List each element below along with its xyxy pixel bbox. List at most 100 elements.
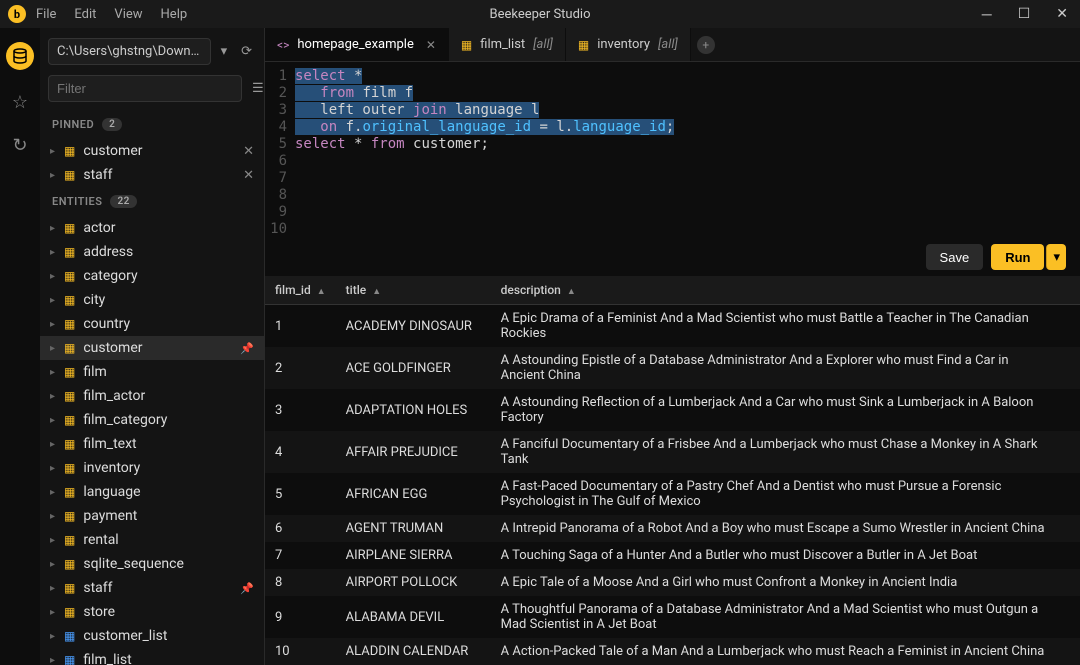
expand-icon[interactable]: ▸ xyxy=(50,535,64,546)
expand-icon[interactable]: ▸ xyxy=(50,487,64,498)
expand-icon[interactable]: ▸ xyxy=(50,295,64,306)
entities-header: ENTITIES 22 xyxy=(40,187,264,216)
entity-item-actor[interactable]: ▸▦actor xyxy=(40,216,264,240)
run-button[interactable]: Run xyxy=(991,244,1044,270)
expand-icon[interactable]: ▸ xyxy=(50,247,64,258)
table-icon: ▦ xyxy=(64,317,75,331)
save-button[interactable]: Save xyxy=(926,244,984,270)
expand-icon[interactable]: ▸ xyxy=(50,511,64,522)
menu-help[interactable]: Help xyxy=(161,7,188,22)
unpin-icon[interactable]: ✕ xyxy=(243,144,254,159)
expand-icon[interactable]: ▸ xyxy=(50,170,64,181)
run-dropdown[interactable]: ▾ xyxy=(1046,244,1066,270)
entity-item-film_actor[interactable]: ▸▦film_actor xyxy=(40,384,264,408)
filter-input[interactable] xyxy=(48,75,242,102)
entity-item-film_category[interactable]: ▸▦film_category xyxy=(40,408,264,432)
connection-path[interactable]: C:\Users\ghstng\Downloads xyxy=(48,38,211,65)
tab-film_list[interactable]: ▦film_list[all] xyxy=(449,28,566,61)
table-icon: ▦ xyxy=(64,168,75,182)
expand-icon[interactable]: ▸ xyxy=(50,391,64,402)
entity-item-city[interactable]: ▸▦city xyxy=(40,288,264,312)
pinned-header: PINNED 2 xyxy=(40,110,264,139)
menu-edit[interactable]: Edit xyxy=(74,7,96,22)
pin-icon[interactable]: 📌 xyxy=(240,342,254,355)
column-film_id[interactable]: film_id▲ xyxy=(265,276,336,305)
results-grid[interactable]: film_id▲title▲description▲ 1ACADEMY DINO… xyxy=(265,276,1080,665)
column-description[interactable]: description▲ xyxy=(491,276,1060,305)
entity-item-film_text[interactable]: ▸▦film_text xyxy=(40,432,264,456)
activity-bar: ☆ ↻ xyxy=(0,28,40,665)
table-icon: ▦ xyxy=(64,389,75,403)
entity-item-payment[interactable]: ▸▦payment xyxy=(40,504,264,528)
table-row[interactable]: 1ACADEMY DINOSAURA Epic Drama of a Femin… xyxy=(265,305,1080,348)
table-row[interactable]: 3ADAPTATION HOLESA Astounding Reflection… xyxy=(265,389,1080,431)
expand-icon[interactable]: ▸ xyxy=(50,223,64,234)
table-row[interactable]: 7AIRPLANE SIERRAA Touching Saga of a Hun… xyxy=(265,542,1080,569)
expand-icon[interactable]: ▸ xyxy=(50,607,64,618)
entity-item-address[interactable]: ▸▦address xyxy=(40,240,264,264)
expand-icon[interactable]: ▸ xyxy=(50,319,64,330)
menu-file[interactable]: File xyxy=(36,7,56,22)
unpin-icon[interactable]: ✕ xyxy=(243,168,254,183)
entity-item-film_list[interactable]: ▸▦film_list xyxy=(40,648,264,665)
dropdown-icon[interactable]: ▾ xyxy=(217,42,232,61)
table-row[interactable]: 6AGENT TRUMANA Intrepid Panorama of a Ro… xyxy=(265,515,1080,542)
table-row[interactable]: 5AFRICAN EGGA Fast-Paced Documentary of … xyxy=(265,473,1080,515)
view-icon: ▦ xyxy=(64,629,75,643)
expand-icon[interactable]: ▸ xyxy=(50,655,64,665)
app-logo: b xyxy=(8,5,26,23)
window-controls: ─ ☐ ✕ xyxy=(976,6,1074,23)
expand-icon[interactable]: ▸ xyxy=(50,559,64,570)
table-row[interactable]: 10ALADDIN CALENDARA Action-Packed Tale o… xyxy=(265,638,1080,665)
table-row[interactable]: 2ACE GOLDFINGERA Astounding Epistle of a… xyxy=(265,347,1080,389)
table-icon: ▦ xyxy=(64,144,75,158)
entity-item-rental[interactable]: ▸▦rental xyxy=(40,528,264,552)
menu-view[interactable]: View xyxy=(114,7,142,22)
maximize-button[interactable]: ☐ xyxy=(1012,6,1037,23)
pin-icon[interactable]: 📌 xyxy=(240,582,254,595)
expand-icon[interactable]: ▸ xyxy=(50,463,64,474)
expand-icon[interactable]: ▸ xyxy=(50,415,64,426)
entity-item-customer_list[interactable]: ▸▦customer_list xyxy=(40,624,264,648)
history-icon[interactable]: ↻ xyxy=(12,135,27,156)
entity-item-store[interactable]: ▸▦store xyxy=(40,600,264,624)
refresh-icon[interactable]: ⟳ xyxy=(237,42,256,61)
table-icon: ▦ xyxy=(461,38,472,52)
table-row[interactable]: 8AIRPORT POLLOCKA Epic Tale of a Moose A… xyxy=(265,569,1080,596)
entity-item-country[interactable]: ▸▦country xyxy=(40,312,264,336)
column-title[interactable]: title▲ xyxy=(336,276,491,305)
add-tab-button[interactable]: + xyxy=(691,28,721,61)
entity-item-sqlite_sequence[interactable]: ▸▦sqlite_sequence xyxy=(40,552,264,576)
close-tab-icon[interactable]: ✕ xyxy=(426,38,436,52)
tab-homepage_example[interactable]: <>homepage_example✕ xyxy=(265,28,449,61)
table-row[interactable]: 9ALABAMA DEVILA Thoughtful Panorama of a… xyxy=(265,596,1080,638)
entity-item-staff[interactable]: ▸▦staff📌 xyxy=(40,576,264,600)
pinned-item-customer[interactable]: ▸▦customer✕ xyxy=(40,139,264,163)
minimize-button[interactable]: ─ xyxy=(976,6,998,23)
expand-icon[interactable]: ▸ xyxy=(50,343,64,354)
view-icon: ▦ xyxy=(64,653,75,665)
entity-item-film[interactable]: ▸▦film xyxy=(40,360,264,384)
database-icon[interactable] xyxy=(6,42,34,70)
table-row[interactable]: 4AFFAIR PREJUDICEA Fanciful Documentary … xyxy=(265,431,1080,473)
pinned-item-staff[interactable]: ▸▦staff✕ xyxy=(40,163,264,187)
entity-item-customer[interactable]: ▸▦customer📌 xyxy=(40,336,264,360)
entity-item-category[interactable]: ▸▦category xyxy=(40,264,264,288)
expand-icon[interactable]: ▸ xyxy=(50,631,64,642)
expand-icon[interactable]: ▸ xyxy=(50,367,64,378)
expand-icon[interactable]: ▸ xyxy=(50,146,64,157)
expand-icon[interactable]: ▸ xyxy=(50,439,64,450)
star-icon[interactable]: ☆ xyxy=(12,92,28,113)
entity-item-inventory[interactable]: ▸▦inventory xyxy=(40,456,264,480)
entities-tree[interactable]: ▸▦actor▸▦address▸▦category▸▦city▸▦countr… xyxy=(40,216,264,665)
close-button[interactable]: ✕ xyxy=(1050,6,1074,23)
sql-editor[interactable]: 12345678910 select * from film f left ou… xyxy=(265,62,1080,238)
tab-inventory[interactable]: ▦inventory[all] xyxy=(566,28,691,61)
sort-icon: ▲ xyxy=(372,287,381,297)
expand-icon[interactable]: ▸ xyxy=(50,583,64,594)
table-icon: ▦ xyxy=(64,485,75,499)
expand-icon[interactable]: ▸ xyxy=(50,271,64,282)
table-icon: ▦ xyxy=(64,605,75,619)
filter-options-icon[interactable]: ☰ xyxy=(248,79,265,98)
entity-item-language[interactable]: ▸▦language xyxy=(40,480,264,504)
